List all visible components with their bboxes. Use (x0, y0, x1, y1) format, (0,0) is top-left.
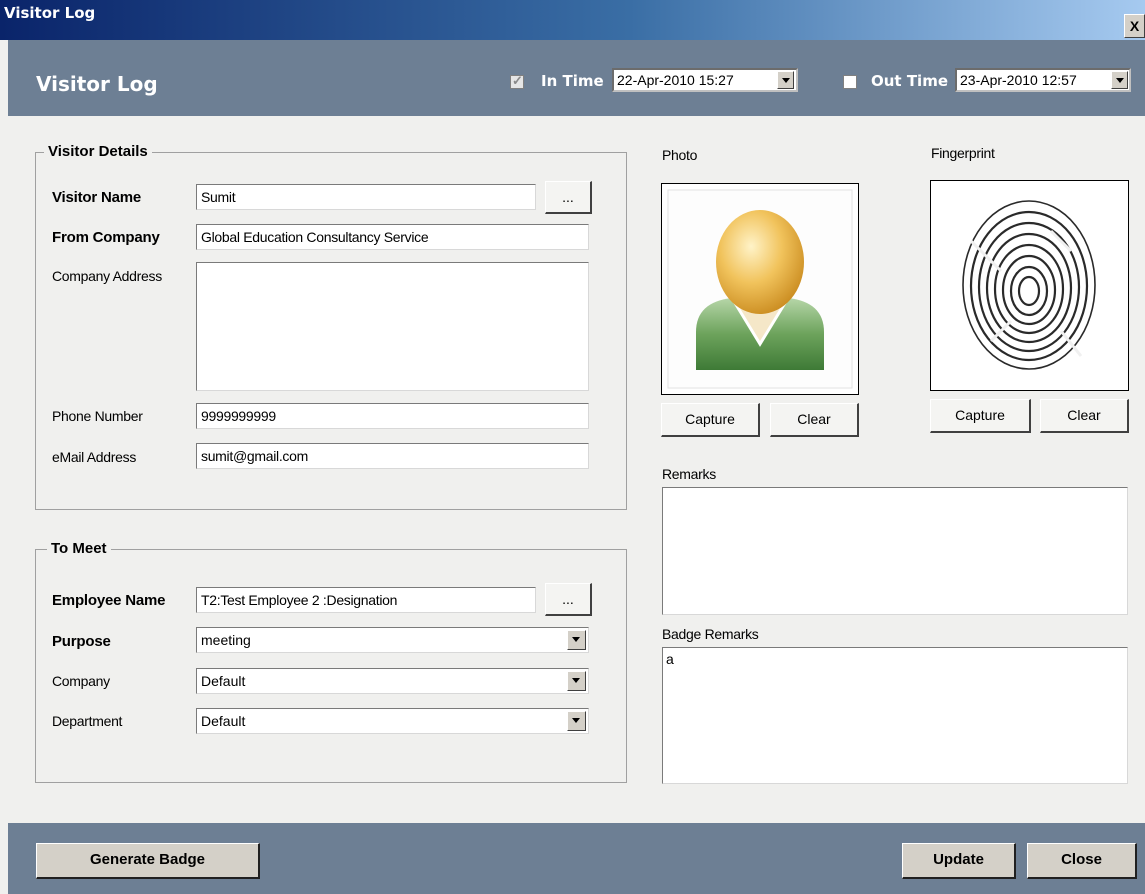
out-time-checkbox[interactable] (843, 75, 857, 89)
update-button[interactable]: Update (902, 843, 1016, 879)
window-close-button[interactable]: X (1124, 14, 1145, 38)
close-icon: X (1129, 18, 1140, 34)
phone-number-input[interactable]: 9999999999 (196, 403, 589, 429)
out-time-picker[interactable]: 23-Apr-2010 12:57 (955, 68, 1131, 92)
company-label: Company (52, 673, 110, 689)
employee-name-input[interactable]: T2:Test Employee 2 :Designation (196, 587, 536, 613)
company-select[interactable]: Default (196, 668, 589, 694)
phone-number-label: Phone Number (52, 408, 143, 424)
photo-frame (661, 183, 859, 395)
fingerprint-clear-button[interactable]: Clear (1040, 399, 1129, 433)
photo-label: Photo (662, 147, 698, 163)
close-button[interactable]: Close (1027, 843, 1137, 879)
to-meet-group (35, 549, 627, 783)
page-title: Visitor Log (36, 72, 158, 96)
in-time-picker[interactable]: 22-Apr-2010 15:27 (612, 68, 798, 92)
badge-remarks-textarea[interactable]: a (662, 647, 1128, 784)
employee-browse-button[interactable]: ... (545, 583, 592, 616)
email-address-label: eMail Address (52, 449, 137, 465)
chevron-down-icon[interactable] (567, 711, 586, 731)
purpose-value: meeting (201, 632, 251, 648)
badge-remarks-label: Badge Remarks (662, 626, 759, 642)
in-time-label: In Time (541, 72, 604, 90)
photo-capture-button[interactable]: Capture (661, 403, 760, 437)
in-time-checkbox[interactable]: ✓ (510, 73, 524, 89)
fingerprint-capture-button[interactable]: Capture (930, 399, 1031, 433)
department-value: Default (201, 713, 246, 729)
department-label: Department (52, 713, 123, 729)
fingerprint-icon (962, 200, 1096, 370)
chevron-down-icon[interactable] (567, 671, 586, 691)
visitor-details-legend: Visitor Details (44, 143, 152, 160)
photo-clear-button[interactable]: Clear (770, 403, 859, 437)
company-value: Default (201, 673, 246, 689)
chevron-down-icon[interactable] (567, 630, 586, 650)
out-time-value: 23-Apr-2010 12:57 (960, 72, 1077, 88)
checkmark-icon: ✓ (512, 73, 523, 88)
visitor-name-input[interactable]: Sumit (196, 184, 536, 210)
out-time-dropdown-button[interactable] (1111, 71, 1128, 89)
remarks-textarea[interactable] (662, 487, 1128, 615)
purpose-label: Purpose (52, 633, 111, 650)
fingerprint-label: Fingerprint (931, 145, 995, 161)
employee-name-label: Employee Name (52, 592, 166, 609)
from-company-label: From Company (52, 229, 160, 246)
in-time-value: 22-Apr-2010 15:27 (617, 72, 734, 88)
remarks-label: Remarks (662, 466, 716, 482)
in-time-dropdown-button[interactable] (777, 71, 794, 89)
visitor-name-label: Visitor Name (52, 189, 142, 206)
fingerprint-frame (930, 180, 1129, 391)
window-titlebar (0, 0, 1145, 40)
window-title: Visitor Log (4, 4, 96, 22)
to-meet-legend: To Meet (47, 540, 111, 557)
from-company-input[interactable]: Global Education Consultancy Service (196, 224, 589, 250)
generate-badge-button[interactable]: Generate Badge (36, 843, 260, 879)
visitor-browse-button[interactable]: ... (545, 181, 592, 214)
company-address-label: Company Address (52, 268, 162, 284)
company-address-textarea[interactable] (196, 262, 589, 391)
user-avatar-icon (667, 189, 853, 389)
department-select[interactable]: Default (196, 708, 589, 734)
purpose-select[interactable]: meeting (196, 627, 589, 653)
email-address-input[interactable]: sumit@gmail.com (196, 443, 589, 469)
out-time-label: Out Time (871, 72, 948, 90)
